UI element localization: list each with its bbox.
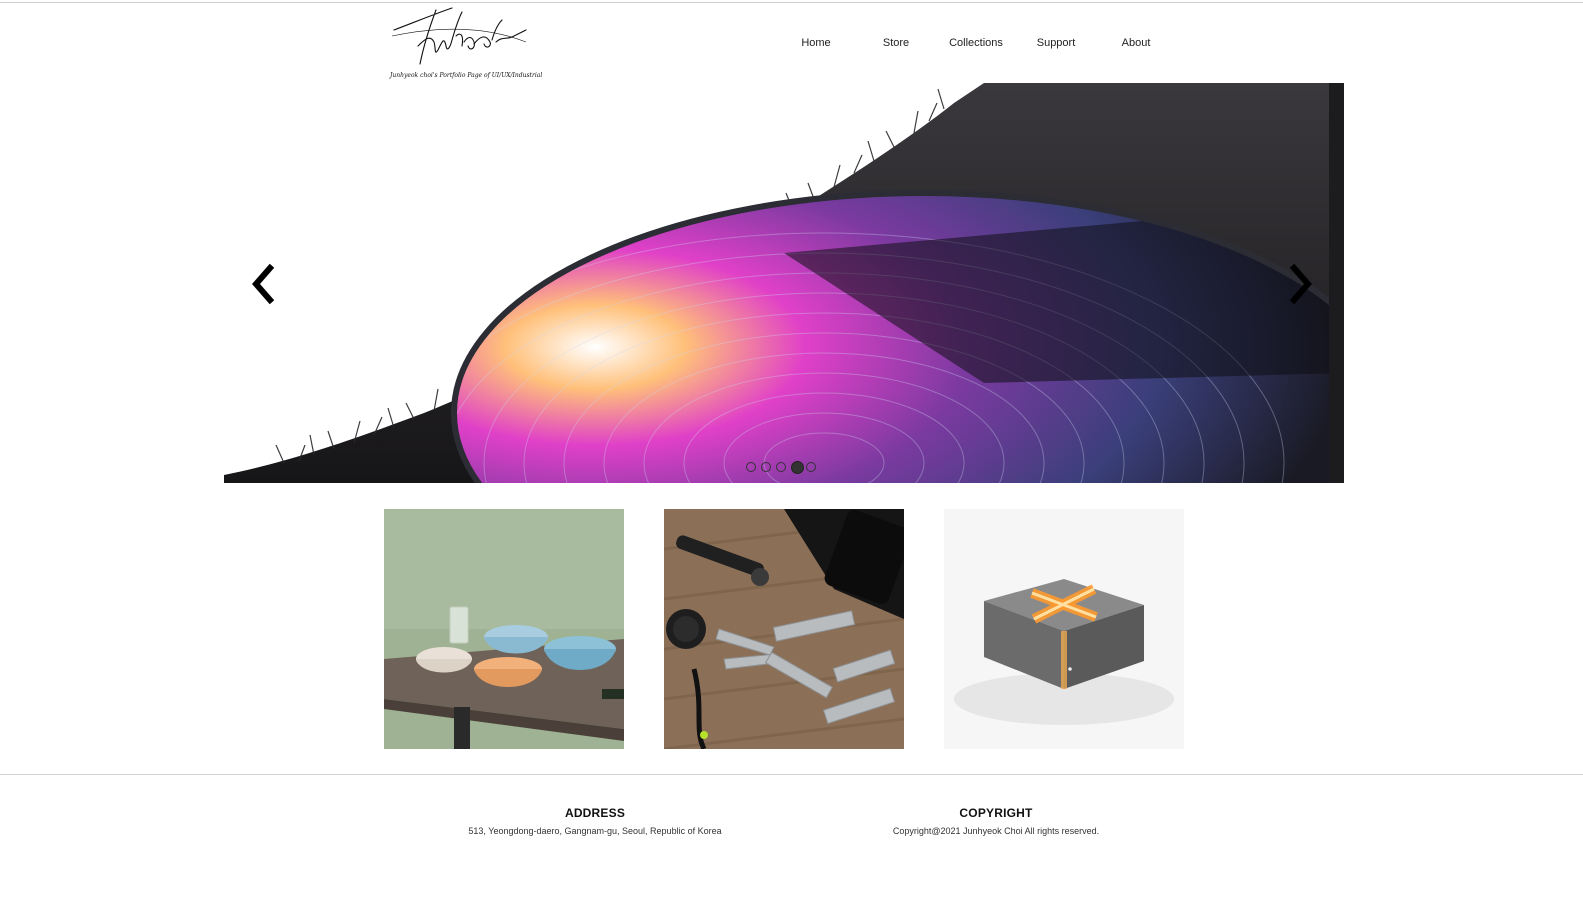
thumbnail-bowls[interactable] bbox=[384, 509, 624, 749]
slider-dot-2[interactable] bbox=[761, 462, 771, 472]
slider-prev-button[interactable] bbox=[246, 262, 280, 306]
footer-address-title: ADDRESS bbox=[564, 806, 626, 820]
nav-about[interactable]: About bbox=[1122, 37, 1151, 49]
slider-dot-1[interactable] bbox=[746, 462, 756, 472]
hero-slide-image bbox=[224, 83, 1344, 483]
thumbnail-multitool[interactable] bbox=[664, 509, 904, 749]
footer-copyright-title: COPYRIGHT bbox=[959, 806, 1033, 820]
nav-collections[interactable]: Collections bbox=[949, 37, 1003, 49]
nav-store[interactable]: Store bbox=[883, 37, 909, 49]
logo-caption: Junhyeok choi's Portfolio Page of UI/UX/… bbox=[390, 72, 543, 79]
chevron-right-icon bbox=[1289, 263, 1312, 305]
footer-address: ADDRESS 513, Yeongdong-daero, Gangnam-gu… bbox=[415, 806, 775, 836]
slider-next-button[interactable] bbox=[1284, 262, 1318, 306]
nav-home[interactable]: Home bbox=[801, 37, 830, 49]
top-border bbox=[0, 2, 1583, 3]
thumbnail-lamp[interactable] bbox=[944, 509, 1184, 749]
footer-copyright: COPYRIGHT Copyright@2021 Junhyeok Choi A… bbox=[816, 806, 1176, 836]
lamp-image bbox=[944, 509, 1184, 749]
footer-divider bbox=[0, 774, 1583, 775]
nav-support[interactable]: Support bbox=[1037, 37, 1076, 49]
slider-dot-4[interactable] bbox=[791, 460, 804, 474]
chevron-left-icon bbox=[252, 263, 275, 305]
slider-dot-3[interactable] bbox=[776, 462, 786, 472]
signature-logo[interactable]: Junhyeok choi's Portfolio Page of UI/UX/… bbox=[390, 6, 543, 82]
footer-copyright-text: Copyright@2021 Junhyeok Choi All rights … bbox=[892, 826, 1100, 836]
signature-logo-image bbox=[391, 7, 527, 65]
footer-address-text: 513, Yeongdong-daero, Gangnam-gu, Seoul,… bbox=[468, 826, 722, 836]
slider-dot-5[interactable] bbox=[806, 462, 816, 472]
bowls-image bbox=[384, 509, 624, 749]
multitool-image bbox=[664, 509, 904, 749]
